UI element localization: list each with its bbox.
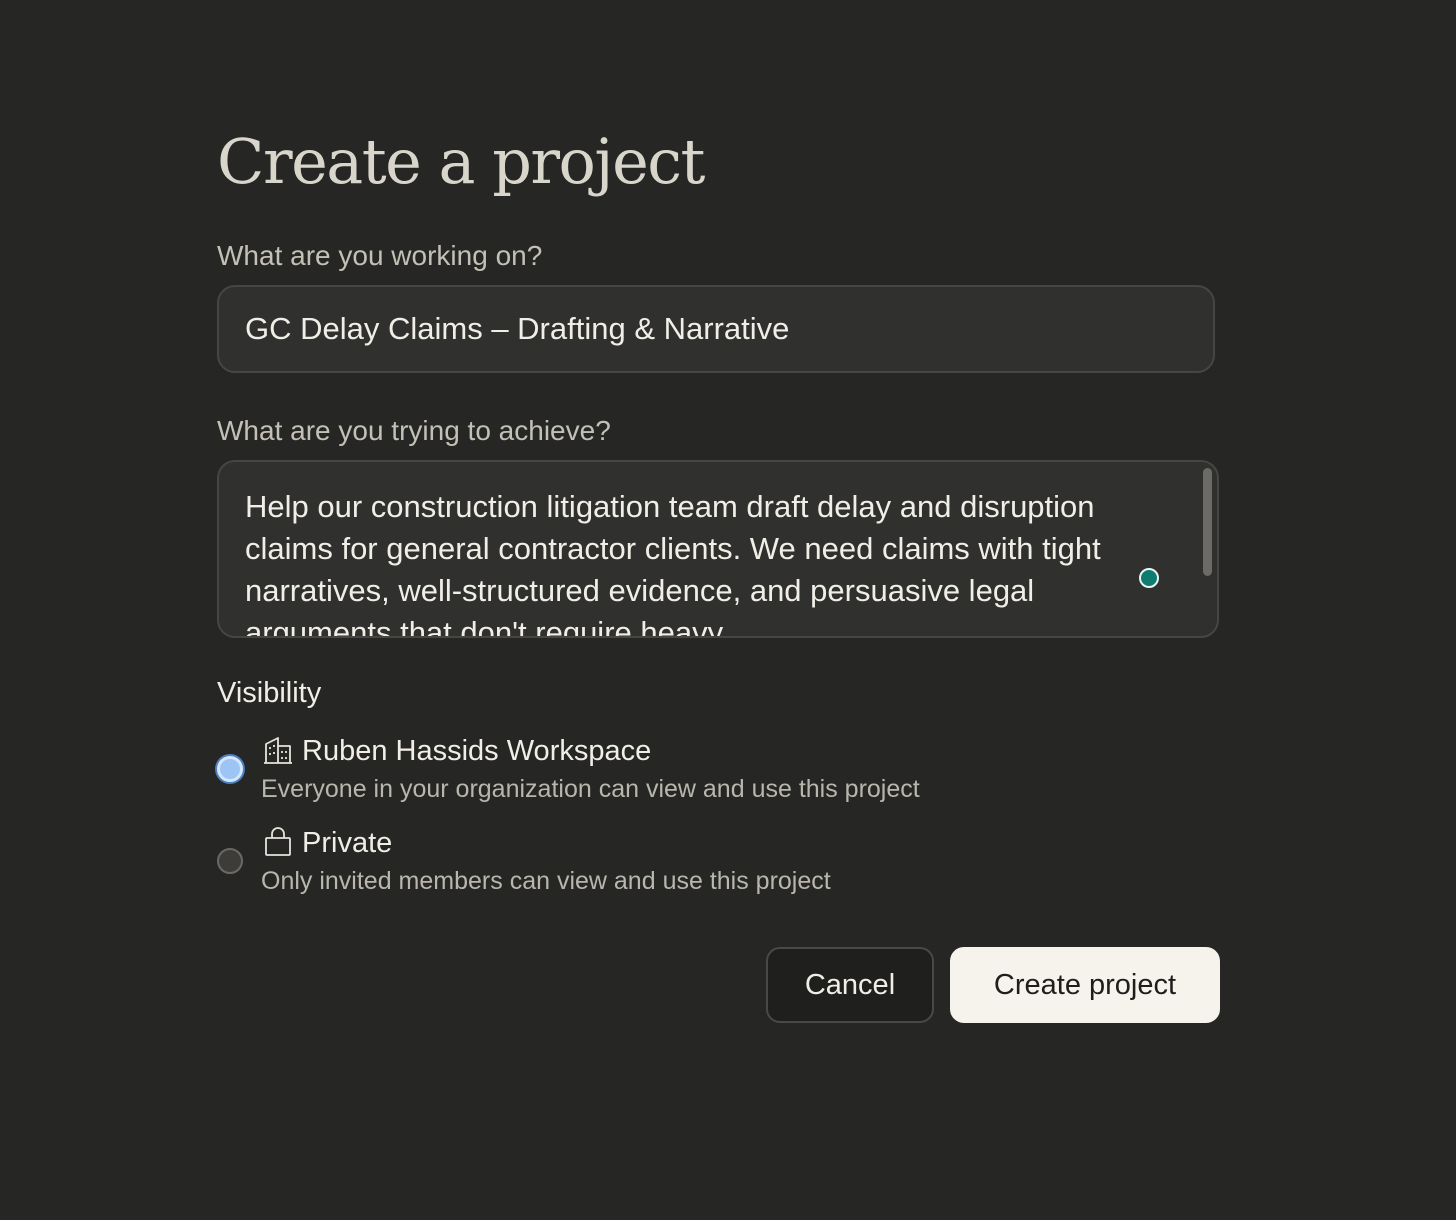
cancel-button[interactable]: Cancel [766, 947, 934, 1023]
textarea-scrollbar[interactable] [1203, 468, 1212, 576]
page-title: Create a project [217, 125, 705, 198]
cursor-indicator [1139, 568, 1159, 588]
visibility-option-private[interactable]: Private Only invited members can view an… [217, 824, 1117, 904]
visibility-label: Visibility [217, 677, 322, 709]
lock-icon [262, 826, 294, 858]
private-option-description: Only invited members can view and use th… [261, 867, 831, 895]
project-goal-text: Help our construction litigation team dr… [245, 489, 1101, 638]
building-icon [262, 734, 294, 766]
visibility-option-workspace[interactable]: Ruben Hassids Workspace Everyone in your… [217, 732, 1117, 812]
workspace-radio[interactable] [217, 756, 243, 782]
project-name-field-container [217, 285, 1215, 373]
project-goal-textarea[interactable]: Help our construction litigation team dr… [217, 460, 1219, 638]
private-radio[interactable] [217, 848, 243, 874]
create-project-button[interactable]: Create project [950, 947, 1220, 1023]
workspace-option-title: Ruben Hassids Workspace [302, 735, 652, 767]
workspace-option-description: Everyone in your organization can view a… [261, 775, 920, 803]
project-name-input[interactable] [245, 287, 1187, 371]
private-option-title: Private [302, 827, 393, 859]
project-goal-label: What are you trying to achieve? [217, 415, 611, 446]
project-name-label: What are you working on? [217, 240, 543, 271]
